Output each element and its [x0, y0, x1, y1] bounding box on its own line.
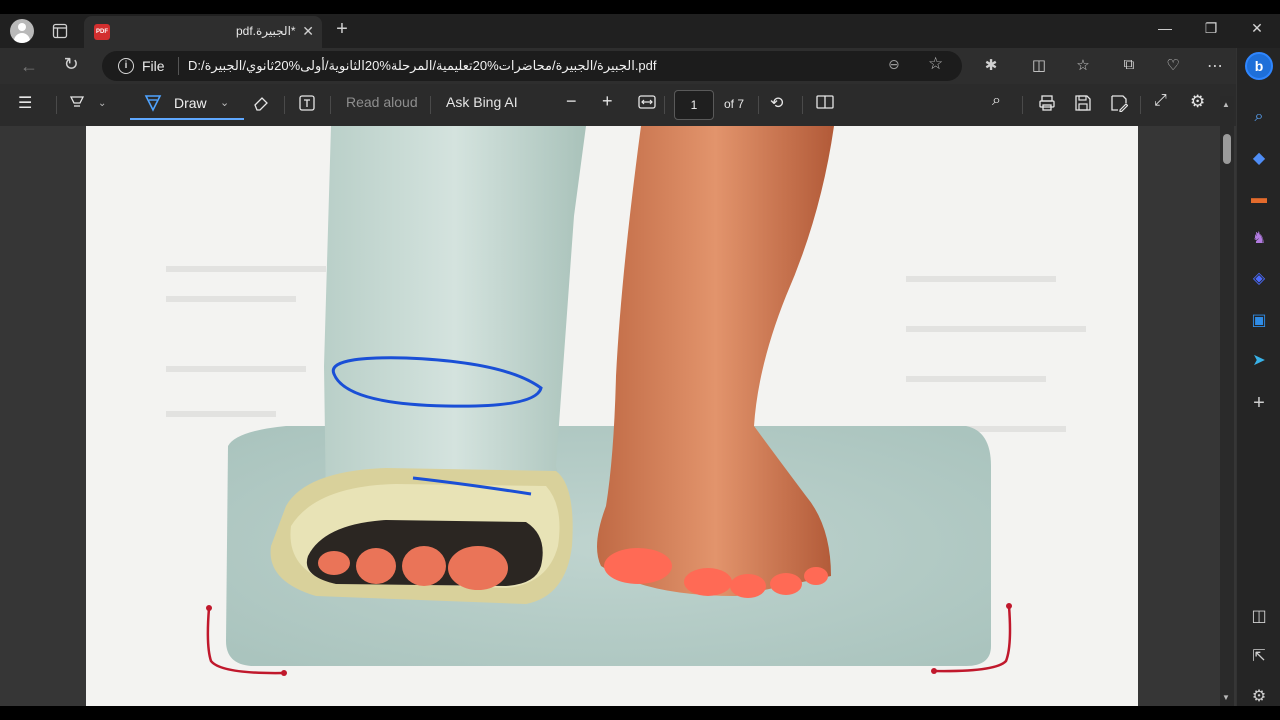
browser-window: PDF pdf.الجبيرة* ✕ + — ❐ ✕ ← ↻ i File D:…	[0, 14, 1280, 706]
pdf-file-icon: PDF	[94, 24, 110, 40]
favorite-star-icon[interactable]: ☆	[928, 54, 943, 74]
pdf-page	[86, 126, 1138, 706]
zoom-out-button[interactable]: −	[566, 91, 577, 112]
edge-sidebar: b ⌕ ◆ ▬ ♞ ◈ ▣ ➤ + ◫ ⇱ ⚙	[1236, 48, 1280, 706]
save-as-icon[interactable]	[1110, 94, 1129, 115]
url-text[interactable]: D:/الجبيرة/الجبيرة/محاضرات%20تعليمية/الم…	[188, 58, 657, 74]
address-bar[interactable]: i File D:/الجبيرة/الجبيرة/محاضرات%20تعلي…	[102, 51, 962, 81]
minimize-button[interactable]: —	[1150, 20, 1180, 42]
tab-bar: PDF pdf.الجبيرة* ✕ + — ❐ ✕	[0, 14, 1280, 48]
pen-icon	[144, 93, 162, 118]
cast-foot-photo	[86, 126, 1138, 706]
workspaces-icon[interactable]	[48, 20, 72, 42]
read-aloud-button[interactable]: Read aloud	[346, 94, 418, 110]
settings-gear-icon[interactable]: ⚙	[1190, 92, 1205, 112]
back-icon[interactable]: ←	[18, 56, 40, 78]
refresh-icon[interactable]: ↻	[60, 54, 82, 76]
eraser-icon[interactable]	[252, 94, 270, 115]
copilot-icon[interactable]: ◈	[1248, 268, 1270, 290]
text-box-icon[interactable]	[298, 94, 316, 115]
rotate-icon[interactable]: ⟲	[770, 93, 783, 113]
contents-icon[interactable]: ☰	[18, 93, 32, 113]
fullscreen-icon[interactable]: ⤢	[1154, 92, 1167, 110]
fit-to-width-icon[interactable]	[638, 94, 656, 113]
zoom-out-icon[interactable]: ⊖	[888, 56, 900, 73]
favorites-icon[interactable]: ☆	[1072, 56, 1094, 78]
bing-chat-icon[interactable]: b	[1245, 52, 1273, 80]
save-icon[interactable]	[1074, 94, 1092, 115]
scroll-thumb[interactable]	[1223, 134, 1231, 164]
print-icon[interactable]	[1038, 94, 1056, 115]
restore-button[interactable]: ❐	[1196, 20, 1226, 42]
search-icon[interactable]: ⌕	[992, 92, 1001, 110]
search-sidebar-icon[interactable]: ⌕	[1248, 106, 1270, 128]
file-scheme-label: File	[142, 58, 165, 74]
split-screen-icon[interactable]: ◫	[1028, 56, 1050, 78]
draw-label: Draw	[174, 95, 207, 111]
pdf-viewport[interactable]	[0, 126, 1236, 706]
open-external-icon[interactable]: ⇱	[1248, 646, 1270, 668]
address-row: ← ↻ i File D:/الجبيرة/الجبيرة/محاضرات%20…	[0, 48, 1280, 84]
pdf-toolbar: ☰ ⌄ Draw ⌄ Read aloud Ask Bing AI − + 1 …	[0, 84, 1236, 126]
extensions-icon[interactable]: ✱	[980, 56, 1002, 78]
tab-title: pdf.الجبيرة*	[236, 24, 296, 38]
hide-sidebar-icon[interactable]: ◫	[1248, 606, 1270, 628]
highlight-chevron-icon[interactable]: ⌄	[98, 98, 106, 109]
tab-active[interactable]: PDF pdf.الجبيرة* ✕	[84, 16, 322, 48]
add-sidebar-app-icon[interactable]: +	[1248, 392, 1270, 414]
tools-briefcase-icon[interactable]: ▬	[1248, 188, 1270, 210]
ask-bing-ai-button[interactable]: Ask Bing AI	[446, 94, 518, 110]
profile-avatar[interactable]	[10, 19, 34, 43]
games-icon[interactable]: ♞	[1248, 228, 1270, 250]
sidebar-settings-icon[interactable]: ⚙	[1248, 686, 1270, 706]
info-icon[interactable]: i	[118, 58, 134, 74]
scroll-up-icon[interactable]: ▲	[1222, 100, 1230, 109]
highlight-icon[interactable]	[68, 94, 86, 115]
close-window-button[interactable]: ✕	[1242, 20, 1272, 42]
tab-close-button[interactable]: ✕	[302, 23, 314, 40]
shopping-tag-icon[interactable]: ◆	[1248, 148, 1270, 170]
new-tab-button[interactable]: +	[330, 18, 354, 40]
outlook-icon[interactable]: ▣	[1248, 310, 1270, 332]
page-view-icon[interactable]	[816, 94, 834, 113]
page-total: of 7	[724, 97, 745, 111]
draw-button[interactable]: Draw ⌄	[130, 90, 244, 120]
vertical-scrollbar[interactable]: ▲ ▼	[1220, 96, 1234, 706]
draw-chevron-icon[interactable]: ⌄	[220, 96, 229, 109]
page-number-input[interactable]: 1	[674, 90, 714, 120]
zoom-in-button[interactable]: +	[602, 91, 613, 112]
more-menu-icon[interactable]: ⋯	[1204, 56, 1226, 78]
browser-essentials-icon[interactable]: ♡	[1162, 56, 1184, 78]
scroll-down-icon[interactable]: ▼	[1222, 693, 1230, 702]
collections-icon[interactable]: ⧉	[1118, 56, 1140, 78]
send-icon[interactable]: ➤	[1248, 350, 1270, 372]
